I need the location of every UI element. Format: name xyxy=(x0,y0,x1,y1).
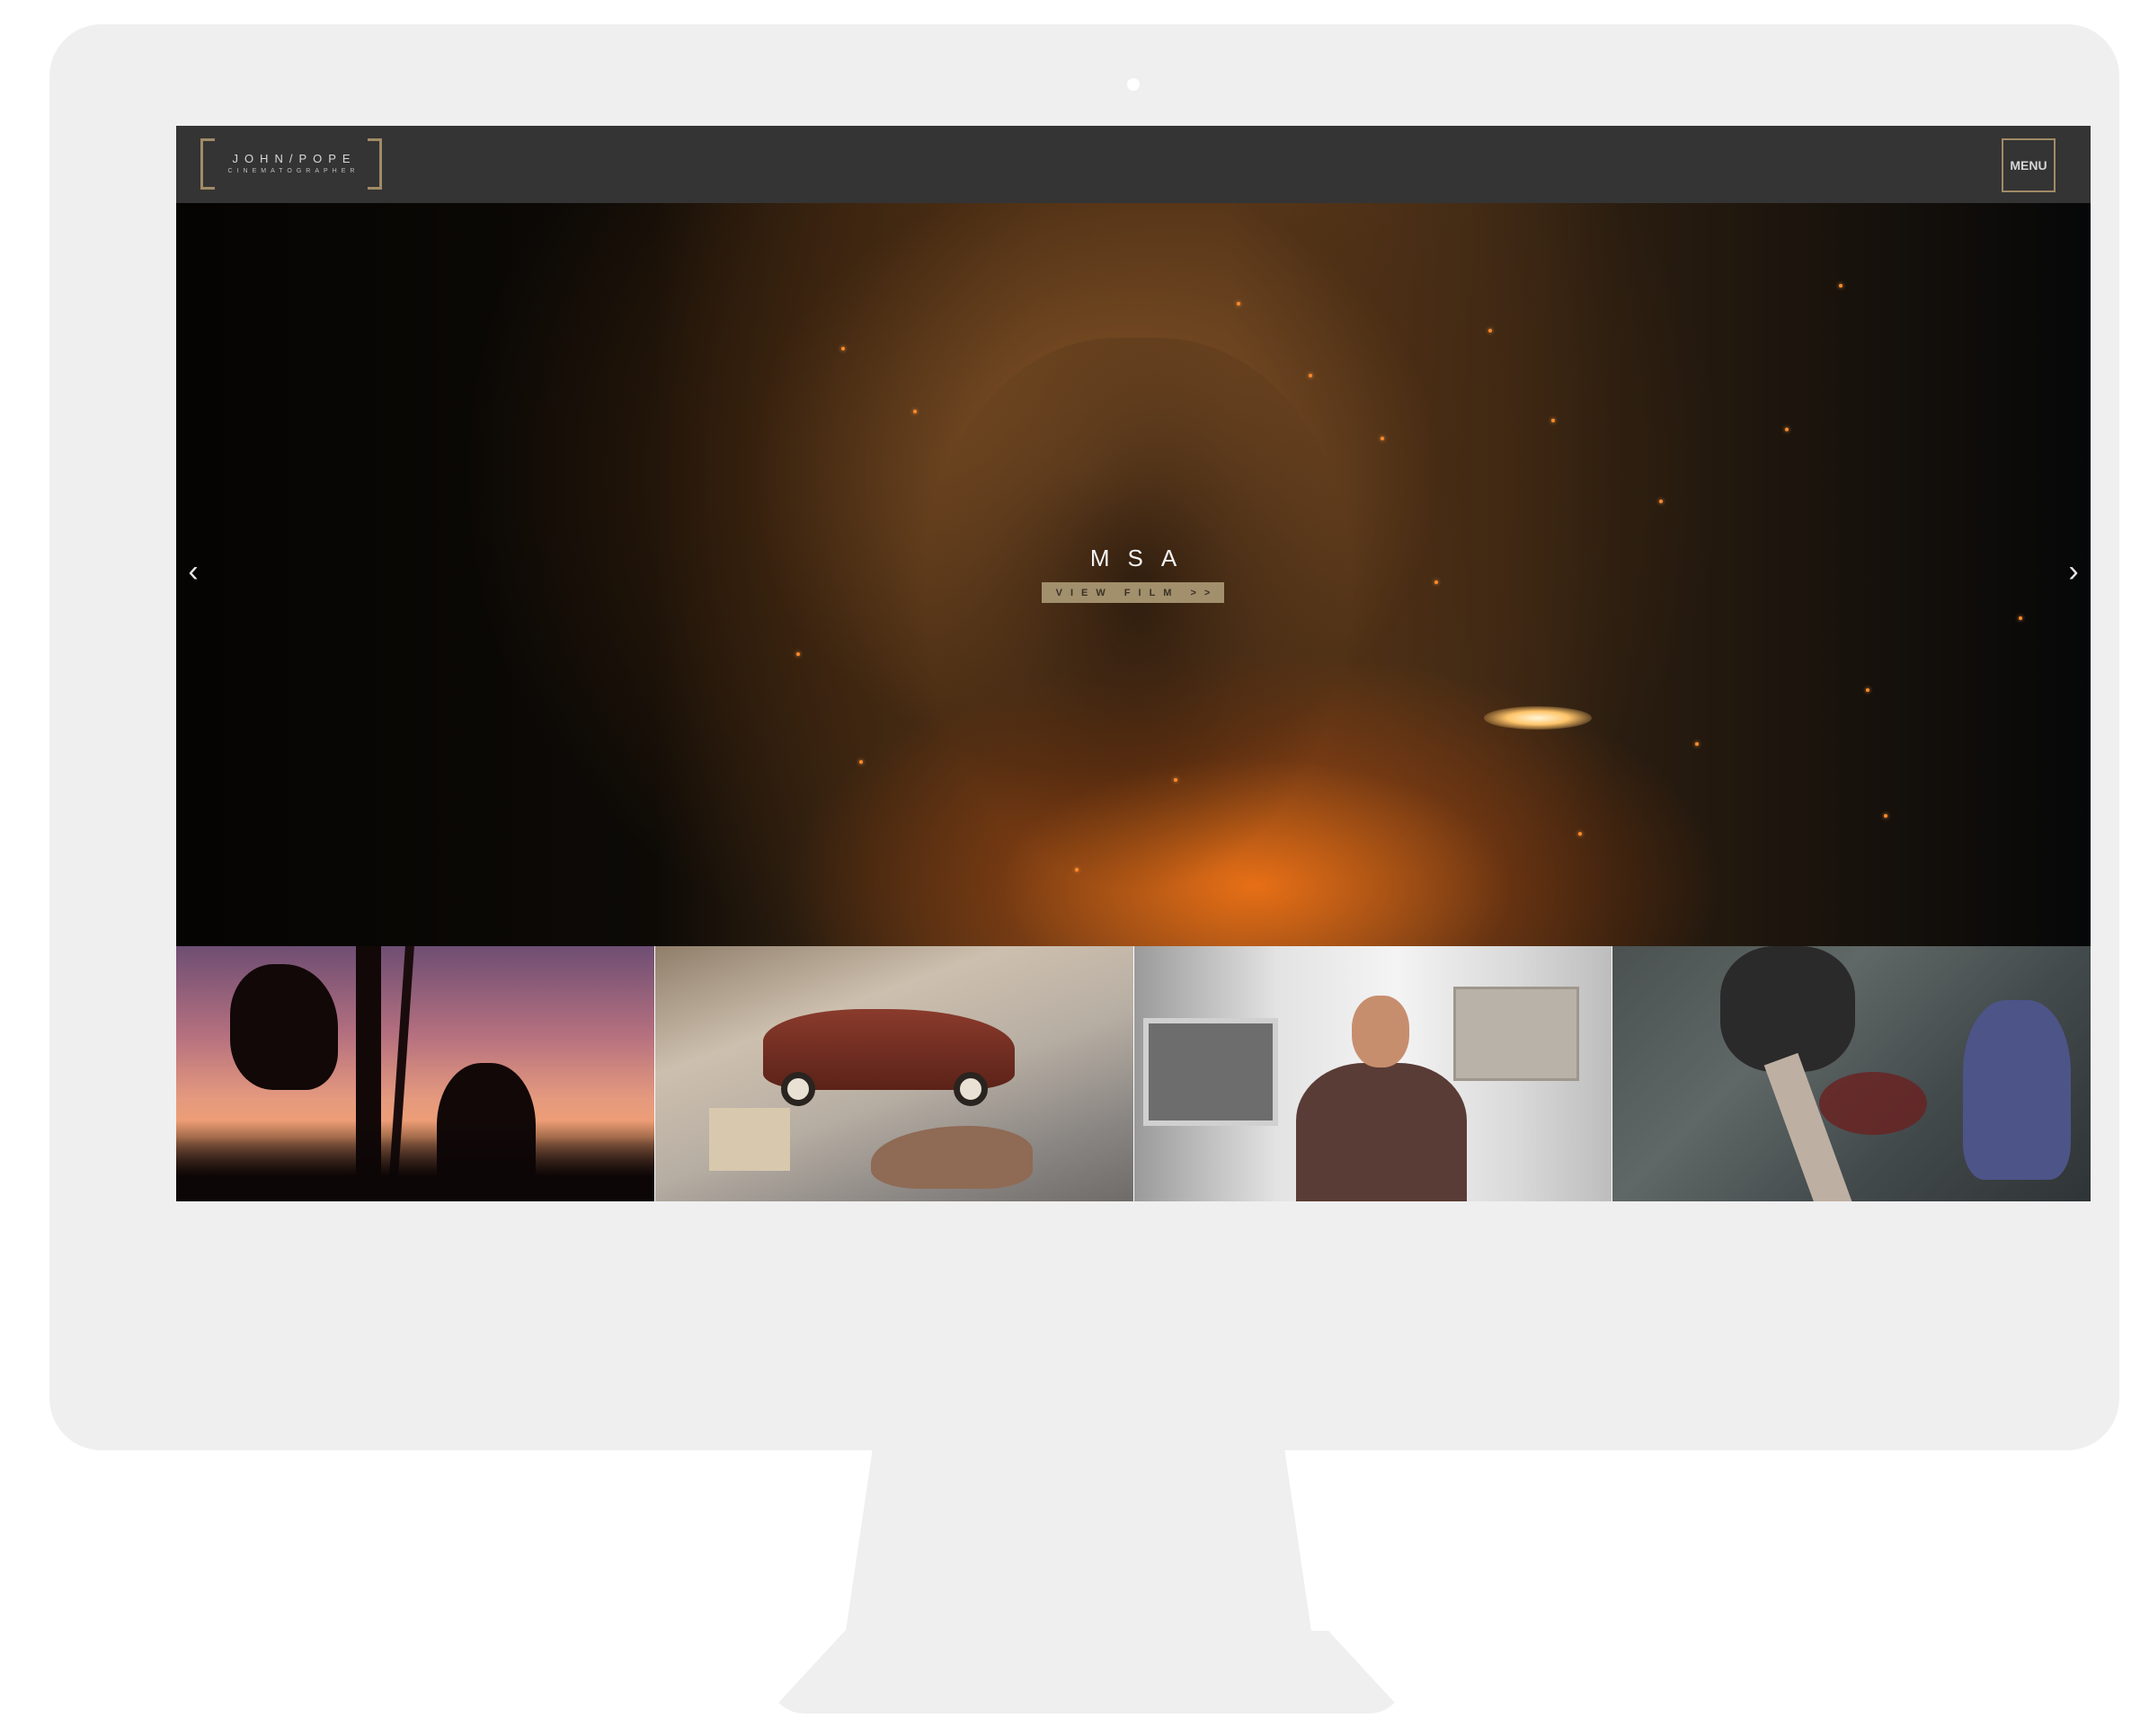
spark xyxy=(1884,814,1887,818)
monitor-bezel: JOHN/POPE CINEMATOGRAPHER MENU ‹ › MSA V… xyxy=(49,24,2119,1450)
thumbnail-person-blue xyxy=(1963,1000,2072,1180)
spark xyxy=(2019,616,2022,620)
logo-subtitle: CINEMATOGRAPHER xyxy=(227,168,360,174)
thumbnail-portrait-man xyxy=(1295,996,1467,1201)
spark xyxy=(1174,778,1177,782)
spark xyxy=(1309,374,1312,377)
spark xyxy=(841,347,845,350)
thumbnail-window xyxy=(1142,1018,1278,1126)
monitor-stand-neck xyxy=(845,1447,1312,1637)
spark xyxy=(1785,428,1789,431)
project-thumbnail-row xyxy=(176,946,2091,1201)
site-header: JOHN/POPE CINEMATOGRAPHER MENU xyxy=(176,126,2091,203)
portrait-head xyxy=(1351,996,1409,1067)
screen: JOHN/POPE CINEMATOGRAPHER MENU ‹ › MSA V… xyxy=(176,126,2091,1201)
thumbnail-wall-art xyxy=(1452,987,1579,1081)
spark xyxy=(1839,284,1843,288)
thumbnail-silhouette-climbers[interactable] xyxy=(176,946,655,1201)
thumbnail-treeline xyxy=(176,1120,654,1201)
car-wheel xyxy=(953,1072,988,1106)
thumbnail-portrait-studio[interactable] xyxy=(1133,946,1613,1201)
thumbnail-model-car xyxy=(762,1009,1015,1106)
spark xyxy=(1237,302,1240,306)
site-logo[interactable]: JOHN/POPE CINEMATOGRAPHER xyxy=(200,138,382,190)
monitor-stand-base xyxy=(768,1631,1405,1714)
thumbnail-leather-piece xyxy=(870,1126,1033,1189)
view-film-button[interactable]: VIEW FILM >> xyxy=(1042,582,1224,603)
spark xyxy=(1659,500,1663,503)
spark xyxy=(1695,742,1699,746)
hero-light-flare xyxy=(1484,706,1592,730)
spark xyxy=(1075,868,1079,872)
spark xyxy=(1434,580,1438,584)
thumbnail-person-dark xyxy=(1720,946,1856,1072)
monitor-camera xyxy=(1127,78,1140,91)
spark xyxy=(1381,437,1384,440)
spark xyxy=(1866,688,1869,692)
spark xyxy=(859,760,863,764)
logo-name: JOHN/POPE xyxy=(232,152,357,165)
portrait-body xyxy=(1295,1063,1467,1201)
spark xyxy=(1578,832,1582,836)
spark xyxy=(796,652,800,656)
spark xyxy=(913,410,917,413)
hero-slider: ‹ › MSA VIEW FILM >> xyxy=(176,203,2091,946)
thumbnail-climber-figure xyxy=(230,964,338,1090)
thumbnail-model-car-workbench[interactable] xyxy=(654,946,1134,1201)
spark xyxy=(1488,329,1492,332)
hero-title: MSA xyxy=(1089,545,1195,571)
hero-figure-silhouette xyxy=(922,338,1354,895)
thumbnail-stain xyxy=(1819,1072,1928,1135)
thumbnail-wood-block xyxy=(708,1108,790,1171)
spark xyxy=(1551,419,1555,422)
menu-button[interactable]: MENU xyxy=(2002,138,2056,192)
car-wheel xyxy=(780,1072,815,1106)
thumbnail-overhead-street-scene[interactable] xyxy=(1612,946,2091,1201)
